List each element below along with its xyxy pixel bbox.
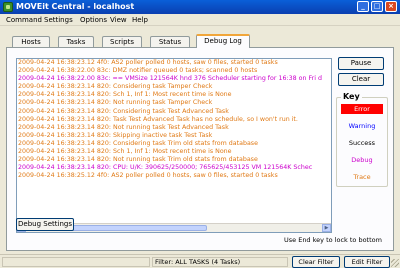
tab-debug-log[interactable]: Debug Log <box>196 34 250 48</box>
log-line[interactable]: 2009-04-24 16:38:22.00 83c: == VMSize 12… <box>17 75 331 83</box>
key-legend: Key Error Warning Success Debug Trace <box>336 92 388 187</box>
clear-filter-button[interactable]: Clear Filter <box>292 256 340 268</box>
close-button[interactable]: × <box>385 1 397 12</box>
menu-view[interactable]: View <box>110 16 127 24</box>
main-window: MOVEit Central - localhost _ □ × Command… <box>0 0 400 268</box>
scroll-right-icon[interactable]: ▶ <box>322 224 331 232</box>
status-bar: Filter: ALL TASKS (4 Tasks) Clear Filter… <box>0 254 400 268</box>
log-line[interactable]: 2009-04-24 16:38:25.12 4f0: AS2 poller p… <box>17 172 331 180</box>
log-line[interactable]: 2009-04-24 16:38:22.00 83c: DMZ notifier… <box>17 67 331 75</box>
clear-button[interactable]: Clear <box>338 73 384 86</box>
debug-settings-button[interactable]: Debug Settings <box>16 218 74 231</box>
log-line[interactable]: 2009-04-24 16:38:23.14 820: Not running … <box>17 99 331 107</box>
log-line[interactable]: 2009-04-24 16:38:23.14 820: CPU: U/K: 39… <box>17 164 331 172</box>
log-line[interactable]: 2009-04-24 16:38:23.14 820: Not running … <box>17 156 331 164</box>
tab-scripts[interactable]: Scripts <box>102 36 142 47</box>
edit-filter-button[interactable]: Edit Filter <box>344 256 390 268</box>
log-line[interactable]: 2009-04-24 16:38:23.14 820: Task Test Ad… <box>17 116 331 124</box>
title-bar: MOVEit Central - localhost _ □ × <box>0 0 400 14</box>
log-line[interactable]: 2009-04-24 16:38:23.14 820: Sch 1, Inf 1… <box>17 148 331 156</box>
menu-settings[interactable]: Settings <box>44 16 73 24</box>
log-lines: 2009-04-24 16:38:23.12 4f0: AS2 poller p… <box>17 59 331 180</box>
menu-command[interactable]: Command <box>6 16 42 24</box>
tab-hosts[interactable]: Hosts <box>12 36 50 47</box>
key-error: Error <box>341 104 383 114</box>
maximize-button[interactable]: □ <box>371 1 383 12</box>
menu-options[interactable]: Options <box>80 16 107 24</box>
pause-button[interactable]: Pause <box>338 57 384 70</box>
tab-tasks[interactable]: Tasks <box>58 36 94 47</box>
key-debug: Debug <box>351 156 373 164</box>
log-line[interactable]: 2009-04-24 16:38:23.14 820: Considering … <box>17 108 331 116</box>
lock-to-bottom-hint: Use End key to lock to bottom <box>284 236 382 244</box>
log-line[interactable]: 2009-04-24 16:38:23.12 4f0: AS2 poller p… <box>17 59 331 67</box>
key-success: Success <box>348 139 376 147</box>
resize-grip-icon[interactable] <box>391 259 399 267</box>
app-icon <box>3 2 13 12</box>
log-line[interactable]: 2009-04-24 16:38:23.14 820: Considering … <box>17 140 331 148</box>
menu-bar: Command Settings Options View Help <box>0 14 400 26</box>
minimize-button[interactable]: _ <box>357 1 369 12</box>
window-title: MOVEit Central - localhost <box>16 2 135 11</box>
log-line[interactable]: 2009-04-24 16:38:23.14 820: Sch 1, Inf 1… <box>17 91 331 99</box>
filter-status: Filter: ALL TASKS (4 Tasks) <box>152 257 288 267</box>
menu-help[interactable]: Help <box>132 16 148 24</box>
key-title: Key <box>341 92 362 101</box>
log-line[interactable]: 2009-04-24 16:38:23.14 820: Considering … <box>17 83 331 91</box>
log-line[interactable]: 2009-04-24 16:38:23.14 820: Skipping ina… <box>17 132 331 140</box>
key-trace: Trace <box>353 173 371 181</box>
debug-log-list[interactable]: 2009-04-24 16:38:23.12 4f0: AS2 poller p… <box>16 58 332 233</box>
tab-status[interactable]: Status <box>150 36 190 47</box>
status-blank-cell <box>2 257 150 267</box>
log-line[interactable]: 2009-04-24 16:38:23.14 820: Not running … <box>17 124 331 132</box>
key-warning: Warning <box>348 122 376 130</box>
